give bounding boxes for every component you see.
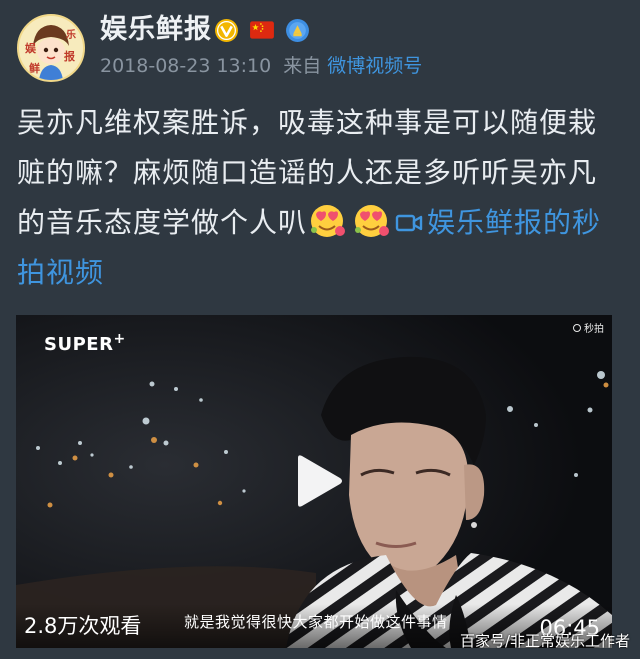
post-timestamp: 2018-08-23 13:10: [100, 55, 272, 77]
brand-text: SUPER: [44, 334, 114, 355]
brand-plus: +: [113, 331, 126, 347]
avatar-glyph-3: 鲜: [29, 61, 40, 75]
avatar-illustration: 娱 乐 鲜 报: [19, 16, 83, 80]
video-brand-logo: SUPER+: [44, 331, 126, 355]
avatar-glyph-1: 娱: [25, 41, 37, 55]
heart-eyes-emoji-icon: [355, 205, 390, 237]
source-link[interactable]: 微博视频号: [327, 55, 422, 77]
watermark-text: 秒拍: [584, 324, 604, 335]
play-icon[interactable]: [292, 454, 344, 508]
heart-eyes-emoji-icon: [311, 205, 346, 237]
view-count: 2.8万次观看: [24, 614, 142, 638]
weibo-post-screen: 娱 乐 鲜 报 娱乐鲜报 2018-08-23 13:10 来自 微博视频号 吴…: [0, 0, 640, 659]
avatar-glyph-2: 乐: [66, 28, 76, 41]
source-prefix: 来自: [283, 55, 322, 77]
account-badges: [214, 17, 310, 43]
video-camera-icon: [395, 214, 423, 232]
post-body: 吴亦凡维权案胜诉，吸毒这种事是可以随便栽赃的嘛？麻烦随口造谣的人还是多听听吴亦凡…: [17, 98, 623, 298]
avatar-glyph-4: 报: [64, 49, 76, 63]
video-watermark: 秒拍: [573, 320, 604, 335]
post-meta: 2018-08-23 13:10 来自 微博视频号: [100, 52, 422, 80]
china-flag-icon: [250, 21, 274, 39]
verified-v-icon[interactable]: [214, 18, 239, 43]
account-name[interactable]: 娱乐鲜报: [100, 10, 212, 50]
video-player[interactable]: SUPER+ 秒拍 2.8万次观看 就是我觉得很快大家都开始做这件事情 06:4…: [16, 315, 612, 648]
avatar[interactable]: 娱 乐 鲜 报: [17, 14, 85, 82]
miaopai-logo-icon: [573, 323, 581, 332]
source-watermark: 百家号/非正常娱乐工作者: [459, 632, 630, 650]
medal-icon[interactable]: [285, 18, 310, 43]
video-subtitle: 就是我觉得很快大家都开始做这件事情: [184, 613, 448, 631]
